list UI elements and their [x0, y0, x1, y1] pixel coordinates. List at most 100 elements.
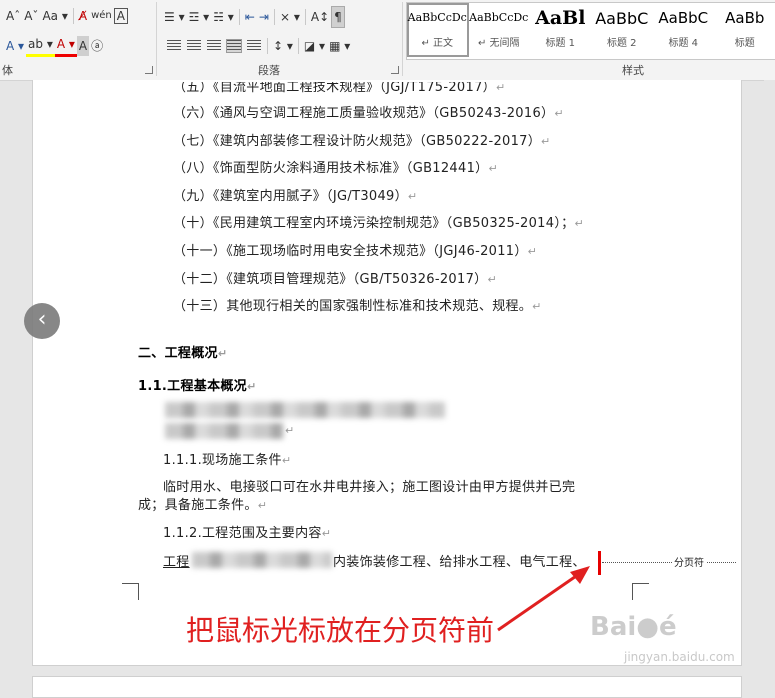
- show-marks-button[interactable]: ¶: [331, 6, 345, 28]
- shrink-font-button[interactable]: Aˇ: [22, 6, 40, 26]
- heading-text: 1.1.工程基本概况: [138, 379, 247, 394]
- char-shading-button[interactable]: A: [77, 36, 89, 56]
- paragraph-mark: ↵: [541, 135, 551, 148]
- body-paragraph-continued: 成；具备施工条件。↵: [138, 494, 267, 513]
- separator: [305, 9, 306, 25]
- style-normal[interactable]: AaBbCcDc ↵ 正文: [407, 3, 469, 57]
- chinese-layout-button[interactable]: ⨯ ▾: [278, 7, 302, 27]
- style-sample: AaBb: [715, 9, 775, 27]
- shading-button[interactable]: ◪ ▾: [302, 36, 327, 56]
- paragraph-mark: ↵: [258, 499, 268, 512]
- style-name: 标题 1: [530, 34, 591, 49]
- grow-font-button[interactable]: Aˆ: [4, 6, 22, 26]
- baidu-watermark: Bai●é: [590, 612, 686, 642]
- ribbon: Aˆ Aˇ Aa ▾ A̸ wén A A ▾ ab ▾ A ▾ A ⓐ 体 ☰…: [0, 0, 775, 81]
- justify-icon[interactable]: [227, 40, 241, 52]
- font-dialog-launcher[interactable]: [145, 66, 153, 74]
- section-heading: 二、工程概况↵: [138, 342, 227, 361]
- reference-line: （六）《通风与空调工程施工质量验收规范》（GB50243-2016）↵: [173, 102, 564, 121]
- separator: [239, 9, 240, 25]
- style-heading[interactable]: AaBb 标题: [715, 3, 775, 57]
- subsection-heading: 1.1.工程基本概况↵: [138, 375, 257, 394]
- body-paragraph: 临时用水、电接驳口可在水井电井接入；施工图设计由甲方提供并已完: [163, 476, 575, 495]
- reference-text: （十三）其他现行相关的国家强制性标准和技术规范、规程。: [173, 299, 532, 314]
- next-page[interactable]: [32, 676, 742, 698]
- style-name: 标题: [715, 34, 775, 49]
- style-name: ↵ 正文: [407, 34, 468, 49]
- style-sample: AaBl: [530, 7, 591, 29]
- body-text: 成；具备施工条件。: [138, 498, 258, 513]
- reference-text: （十）《民用建筑工程室内环境污染控制规范》（GB50325-2014）；: [173, 216, 574, 231]
- style-heading-4[interactable]: AaBbC 标题 4: [653, 3, 715, 57]
- clear-format-button[interactable]: A̸: [77, 6, 89, 26]
- reference-text: （九）《建筑室内用腻子》（JG/T3049）: [173, 189, 408, 204]
- change-case-button[interactable]: Aa ▾: [40, 6, 69, 26]
- style-sample: AaBbC: [592, 9, 653, 28]
- paragraph-mark: ↵: [408, 190, 418, 203]
- paragraph-mark: ↵: [496, 81, 506, 94]
- reference-line: （七）《建筑内部装修工程设计防火规范》（GB50222-2017）↵: [173, 130, 551, 149]
- enclose-char-button[interactable]: ⓐ: [89, 36, 105, 56]
- char-border-button[interactable]: A: [114, 8, 128, 24]
- phonetic-guide-button[interactable]: wén: [89, 6, 114, 26]
- reference-text: （七）《建筑内部装修工程设计防火规范》（GB50222-2017）: [173, 134, 541, 149]
- paragraph-mark: ↵: [247, 380, 257, 393]
- decrease-indent-button[interactable]: ⇤: [243, 7, 257, 27]
- reference-line: （八）《饰面型防火涂料通用技术标准》（GB12441）↵: [173, 157, 498, 176]
- increase-indent-button[interactable]: ⇥: [257, 7, 271, 27]
- paragraph-mark: ↵: [488, 162, 498, 175]
- paragraph-mark: ↵: [285, 424, 294, 437]
- separator: [267, 38, 268, 54]
- align-left-icon[interactable]: [167, 40, 181, 52]
- align-right-icon[interactable]: [207, 40, 221, 52]
- style-no-spacing[interactable]: AaBbCcDc ↵ 无间隔: [469, 3, 531, 57]
- page-corner-mark: [632, 583, 649, 600]
- separator: [298, 38, 299, 54]
- style-heading-1[interactable]: AaBl 标题 1: [530, 3, 592, 57]
- paragraph-mark: ↵: [322, 527, 332, 540]
- reference-text: （五）《自流平地面工程技术规程》（JGJ/T175-2017）: [173, 80, 496, 95]
- align-center-icon[interactable]: [187, 40, 201, 52]
- heading-text: 二、工程概况: [138, 346, 218, 361]
- reference-text: （八）《饰面型防火涂料通用技术标准》（GB12441）: [173, 161, 488, 176]
- separator: [73, 8, 74, 24]
- body-subheading: 1.1.2.工程范围及主要内容↵: [163, 522, 331, 541]
- style-sample: AaBbCcDc: [469, 11, 530, 24]
- style-name: 标题 2: [592, 34, 653, 49]
- borders-button[interactable]: ▦ ▾: [327, 36, 352, 56]
- chevron-left-icon: ‹: [38, 307, 47, 332]
- instruction-annotation: 把鼠标光标放在分页符前: [186, 609, 494, 649]
- highlight-button[interactable]: ab ▾: [26, 34, 55, 57]
- reference-text: （六）《通风与空调工程施工质量验收规范》（GB50243-2016）: [173, 106, 554, 121]
- paragraph-row-2: ↕ ▾ ◪ ▾ ▦ ▾: [164, 36, 352, 56]
- line-spacing-button[interactable]: ↕ ▾: [271, 36, 295, 56]
- paragraph-row-1: ☰ ▾ ☲ ▾ ☵ ▾ ⇤ ⇥ ⨯ ▾ A↕ ¶: [162, 6, 345, 28]
- redacted-text: [165, 402, 445, 418]
- reference-line: （九）《建筑室内用腻子》（JG/T3049）↵: [173, 185, 417, 204]
- numbering-button[interactable]: ☲ ▾: [187, 7, 212, 27]
- multilevel-list-button[interactable]: ☵ ▾: [211, 7, 236, 27]
- reference-text: （十一）《施工现场临时用电安全技术规范》（JGJ46-2011）: [173, 244, 528, 259]
- paragraph-mark: ↵: [574, 217, 584, 230]
- paragraph-group-label: 段落: [258, 62, 280, 78]
- style-sample: AaBbC: [653, 9, 714, 27]
- paragraph-mark: ↵: [554, 107, 564, 120]
- group-divider: [402, 2, 403, 76]
- style-sample: AaBbCcDc: [407, 11, 468, 24]
- previous-image-button[interactable]: ‹: [24, 303, 60, 339]
- page-corner-mark: [122, 583, 139, 600]
- paragraph-mark: ↵: [282, 454, 292, 467]
- font-color-button[interactable]: A ▾: [55, 34, 77, 57]
- reference-line: （十三）其他现行相关的国家强制性标准和技术规范、规程。↵: [173, 295, 542, 314]
- paragraph-mark: ↵: [487, 273, 497, 286]
- styles-gallery: AaBbCcDc ↵ 正文 AaBbCcDc ↵ 无间隔 AaBl 标题 1 A…: [406, 2, 775, 60]
- annotation-arrow-icon: [490, 560, 600, 640]
- style-heading-2[interactable]: AaBbC 标题 2: [592, 3, 654, 57]
- paragraph-dialog-launcher[interactable]: [391, 66, 399, 74]
- distributed-icon[interactable]: [247, 40, 261, 52]
- reference-line: （十）《民用建筑工程室内环境污染控制规范》（GB50325-2014）；↵: [173, 212, 584, 231]
- text-effects-button[interactable]: A ▾: [4, 36, 26, 56]
- sort-button[interactable]: A↕: [309, 7, 331, 27]
- vertical-scrollbar[interactable]: [764, 80, 775, 687]
- bullets-button[interactable]: ☰ ▾: [162, 7, 187, 27]
